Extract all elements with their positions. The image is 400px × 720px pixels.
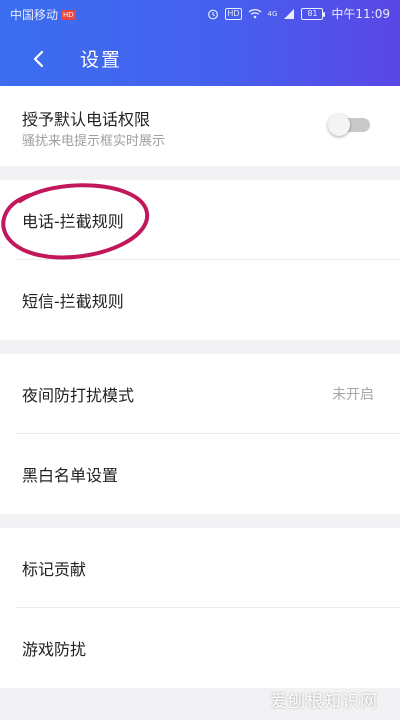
back-button[interactable] bbox=[26, 46, 52, 72]
carrier: 中国移动 HD bbox=[10, 6, 76, 23]
section-misc: 标记贡献 游戏防扰 bbox=[0, 528, 400, 688]
section-modes: 夜间防打扰模式 未开启 黑白名单设置 bbox=[0, 354, 400, 514]
carrier-name: 中国移动 bbox=[10, 8, 59, 22]
watermark-text: 爱刨根知识网 bbox=[270, 692, 378, 712]
hd-call-icon: HD bbox=[225, 7, 242, 20]
row-label: 短信-拦截规则 bbox=[22, 292, 124, 311]
permission-subtitle: 骚扰来电提示框实时展示 bbox=[22, 134, 166, 149]
status-time: 中午11:09 bbox=[331, 7, 390, 21]
page-title: 设置 bbox=[80, 49, 123, 71]
alarm-icon bbox=[208, 9, 219, 19]
status-bar: 中国移动 HD HD 4G 81 中午11:09 bbox=[0, 0, 400, 28]
cell-signal-icon bbox=[284, 9, 295, 19]
status-icons: HD 4G 81 中午11:09 bbox=[207, 5, 390, 22]
app-header: 中国移动 HD HD 4G 81 中午11:09 设置 bbox=[0, 0, 400, 86]
blacklist-whitelist-row[interactable]: 黑白名单设置 bbox=[16, 434, 400, 514]
section-rules: 电话-拦截规则 短信-拦截规则 bbox=[0, 180, 400, 340]
battery-icon: 81 bbox=[301, 7, 326, 20]
night-mode-status: 未开启 bbox=[332, 386, 374, 403]
row-label: 夜间防打扰模式 bbox=[22, 385, 135, 405]
call-block-rules-row[interactable]: 电话-拦截规则 bbox=[16, 180, 400, 260]
carrier-hd-badge: HD bbox=[61, 9, 76, 20]
permission-toggle[interactable] bbox=[328, 114, 370, 136]
sms-block-rules-row[interactable]: 短信-拦截规则 bbox=[16, 260, 400, 340]
wifi-icon bbox=[248, 9, 261, 19]
mark-contribution-row[interactable]: 标记贡献 bbox=[16, 528, 400, 608]
toggle-knob bbox=[328, 114, 350, 136]
row-label: 电话-拦截规则 bbox=[22, 211, 124, 231]
row-label: 游戏防扰 bbox=[22, 640, 87, 659]
chevron-left-icon bbox=[33, 50, 44, 68]
default-phone-permission-row[interactable]: 授予默认电话权限 骚扰来电提示框实时展示 bbox=[0, 86, 400, 166]
title-bar: 设置 bbox=[0, 38, 400, 78]
section-permission: 授予默认电话权限 骚扰来电提示框实时展示 bbox=[0, 86, 400, 166]
game-anti-disturb-row[interactable]: 游戏防扰 bbox=[16, 608, 400, 688]
row-label: 黑白名单设置 bbox=[22, 466, 119, 485]
night-mode-row[interactable]: 夜间防打扰模式 未开启 bbox=[16, 354, 400, 434]
row-label: 标记贡献 bbox=[22, 559, 87, 579]
permission-title: 授予默认电话权限 bbox=[22, 110, 151, 129]
settings-list: 授予默认电话权限 骚扰来电提示框实时展示 电话-拦截规则 短信-拦截规则 夜间防… bbox=[0, 86, 400, 702]
signal-type-label: 4G bbox=[267, 9, 278, 18]
